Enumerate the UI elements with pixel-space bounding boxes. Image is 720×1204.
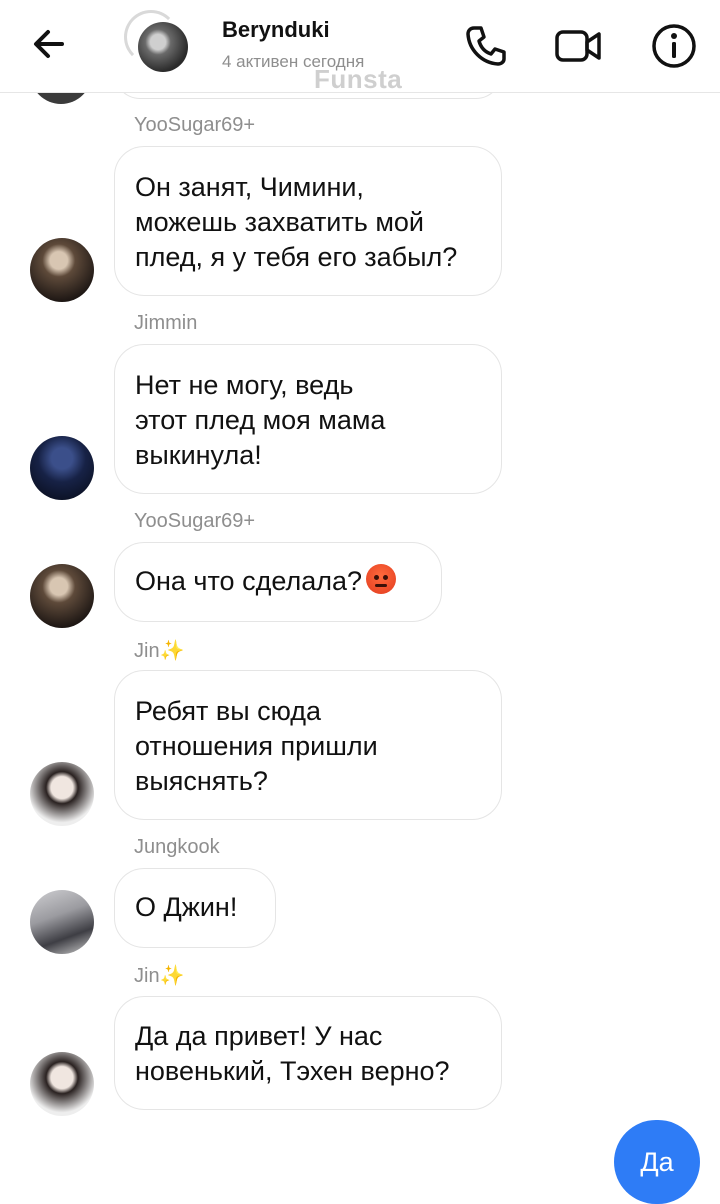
- avatar[interactable]: [30, 762, 94, 826]
- back-arrow-icon[interactable]: [28, 22, 72, 66]
- sender-name-text: Jin: [134, 965, 160, 987]
- sender-name-text: Jin: [134, 640, 160, 662]
- group-avatar-image: [138, 22, 188, 72]
- avatar[interactable]: [30, 436, 94, 500]
- message-text: Ребят вы сюда: [135, 696, 322, 726]
- sender-name: YooSugar69+: [134, 510, 256, 532]
- avatar[interactable]: [30, 564, 94, 628]
- sender-name: YooSugar69+: [134, 114, 256, 136]
- message-text: отношения пришли: [135, 731, 378, 761]
- message-text: плед, я у тебя его забыл?: [135, 242, 458, 272]
- watermark: Funsta: [314, 64, 403, 94]
- message-text: Да да привет! У нас: [135, 1021, 383, 1051]
- info-icon[interactable]: [648, 20, 700, 72]
- sparkles-icon: ✨: [159, 640, 185, 662]
- message-text: можешь захватить мой: [135, 207, 424, 237]
- avatar[interactable]: [30, 1052, 94, 1116]
- sender-name: Jin✨: [134, 963, 184, 988]
- sender-name: Jin✨: [134, 638, 184, 663]
- sender-name: Jungkook: [134, 836, 220, 858]
- message-text: Она что сделала?: [135, 566, 363, 596]
- message-bubble[interactable]: Ребят вы сюда отношения пришли выяснять?: [114, 670, 502, 820]
- sent-message-bubble[interactable]: Да: [614, 1120, 700, 1204]
- message-text: выяснять?: [135, 766, 268, 796]
- sparkles-icon: ✨: [159, 965, 185, 987]
- angry-face-icon: [366, 564, 397, 594]
- avatar[interactable]: [30, 238, 94, 302]
- message-text: новенький, Тэхен верно?: [135, 1056, 450, 1086]
- sender-name: Jimmin: [134, 312, 198, 334]
- group-avatar[interactable]: [124, 10, 192, 76]
- phone-call-icon[interactable]: [460, 20, 512, 72]
- message-bubble[interactable]: Она что сделала?: [114, 542, 442, 622]
- message-bubble[interactable]: Нет не могу, ведь этот плед моя мама вык…: [114, 344, 502, 494]
- video-call-icon[interactable]: [552, 20, 604, 72]
- message-text: О Джин!: [135, 892, 238, 922]
- message-text: этот плед моя мама: [135, 405, 386, 435]
- sent-message-text: Да: [640, 1146, 674, 1177]
- message-bubble[interactable]: Да да привет! У нас новенький, Тэхен вер…: [114, 996, 502, 1110]
- message-text: Нет не могу, ведь: [135, 370, 354, 400]
- message-bubble[interactable]: О Джин!: [114, 868, 276, 948]
- message-bubble[interactable]: Он занят, Чимини, можешь захватить мой п…: [114, 146, 502, 296]
- chat-header: Berynduki 4 активен сегодня Funsta: [0, 0, 720, 94]
- chat-title[interactable]: Berynduki: [222, 17, 330, 43]
- avatar[interactable]: [30, 890, 94, 954]
- message-text: выкинула!: [135, 440, 262, 470]
- message-text: Он занят, Чимини,: [135, 172, 364, 202]
